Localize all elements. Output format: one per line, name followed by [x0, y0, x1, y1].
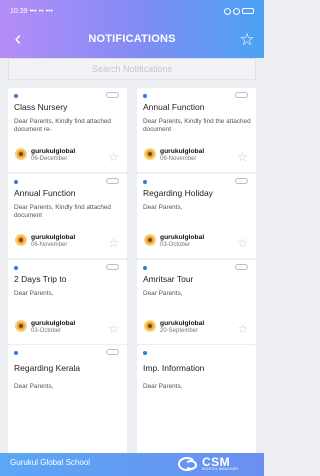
unread-dot-icon	[143, 94, 147, 98]
notification-card[interactable]: Annual Function Dear Parents, Kindly fin…	[8, 174, 127, 258]
app-header: 10:39 ••• •• ••• ‹ NOTIFICATIONS ☆	[0, 0, 264, 58]
notification-body: Dear Parents,	[143, 204, 183, 211]
unread-dot-icon	[14, 266, 18, 270]
notification-card[interactable]: Regarding Holiday Dear Parents, gurukulg…	[137, 174, 256, 258]
status-icons	[224, 7, 254, 15]
notification-card[interactable]: Class Nursery Dear Parents, Kindly find …	[8, 88, 127, 172]
location-icon	[224, 7, 231, 15]
notification-author: gurukulglobal	[31, 148, 76, 155]
notification-date: 06-November	[31, 242, 68, 248]
star-outline-icon[interactable]: ☆	[108, 237, 119, 249]
unread-dot-icon	[143, 266, 147, 270]
notification-card[interactable]: Regarding Kerala Dear Parents,	[8, 345, 127, 453]
star-outline-icon[interactable]: ☆	[237, 237, 248, 249]
notification-author: gurukulglobal	[160, 234, 205, 241]
notifications-grid: Class Nursery Dear Parents, Kindly find …	[8, 88, 256, 344]
school-logo-icon	[144, 320, 156, 332]
battery-icon	[242, 8, 254, 14]
unread-dot-icon	[143, 351, 147, 355]
notification-title: Amritsar Tour	[143, 274, 194, 284]
notification-author: gurukulglobal	[160, 320, 205, 327]
notification-title: Annual Function	[143, 102, 205, 112]
brand-subtitle: SCHOOL MANAGER	[202, 467, 239, 471]
notification-card[interactable]: 2 Days Trip to Dear Parents, gurukulglob…	[8, 260, 127, 344]
notifications-grid-partial: Regarding Kerala Dear Parents, Imp. Info…	[8, 345, 256, 453]
status-bar: 10:39 ••• •• •••	[0, 0, 264, 22]
notification-title: 2 Days Trip to	[14, 274, 67, 284]
school-logo-icon	[15, 234, 27, 246]
notification-title: Class Nursery	[14, 102, 68, 112]
notification-title: Regarding Holiday	[143, 188, 213, 198]
star-outline-icon[interactable]: ☆	[237, 151, 248, 163]
title-bar: ‹ NOTIFICATIONS ☆	[0, 26, 264, 54]
notification-body: Dear Parents, Kindly find attached docum…	[14, 204, 111, 220]
unread-dot-icon	[14, 351, 18, 355]
toggle-icon[interactable]	[106, 264, 119, 270]
toggle-icon[interactable]	[235, 92, 248, 98]
notification-author: gurukulglobal	[160, 148, 205, 155]
unread-dot-icon	[14, 94, 18, 98]
school-logo-icon	[15, 320, 27, 332]
star-outline-icon[interactable]: ☆	[108, 323, 119, 335]
notification-body: Dear Parents,	[14, 383, 54, 390]
toggle-icon[interactable]	[106, 92, 119, 98]
csm-logo: CSM SCHOOL MANAGER	[178, 455, 256, 474]
csm-logo-icon-inner	[185, 460, 197, 470]
status-time: 10:39 ••• •• •••	[10, 7, 53, 15]
notification-date: 03-October	[160, 242, 191, 248]
unread-dot-icon	[14, 180, 18, 184]
notification-body: Dear Parents,	[143, 290, 183, 297]
notification-card[interactable]: Annual Function Dear Parents, Kindly fin…	[137, 88, 256, 172]
unread-dot-icon	[143, 180, 147, 184]
notification-body: Dear Parents,	[14, 290, 54, 297]
notification-date: 06-November	[160, 156, 197, 162]
star-outline-icon[interactable]: ☆	[108, 151, 119, 163]
search-input[interactable]: Search Notifications	[8, 58, 256, 80]
school-logo-icon	[15, 148, 27, 160]
school-name: Gurukul Global School	[10, 458, 91, 467]
bluetooth-icon	[233, 7, 240, 15]
toggle-icon[interactable]	[235, 178, 248, 184]
notification-author: gurukulglobal	[31, 234, 76, 241]
notification-author: gurukulglobal	[31, 320, 76, 327]
notification-card[interactable]: Imp. Information Dear Parents,	[137, 345, 256, 453]
toggle-icon[interactable]	[106, 178, 119, 184]
page-title: NOTIFICATIONS	[88, 33, 176, 45]
notification-card[interactable]: Amritsar Tour Dear Parents, gurukulgloba…	[137, 260, 256, 344]
school-logo-icon	[144, 148, 156, 160]
notification-body: Dear Parents, Kindly find the attached d…	[143, 118, 251, 134]
notification-title: Annual Function	[14, 188, 76, 198]
app-footer: Gurukul Global School CSM SCHOOL MANAGER	[0, 453, 264, 476]
toggle-icon[interactable]	[235, 264, 248, 270]
notification-body: Dear Parents,	[143, 383, 183, 390]
school-logo-icon	[144, 234, 156, 246]
notification-title: Regarding Kerala	[14, 363, 81, 373]
toggle-icon[interactable]	[106, 349, 119, 355]
notification-date: 06-December	[31, 156, 68, 162]
notification-body: Dear Parents, Kindly find attached docum…	[14, 118, 111, 134]
notification-title: Imp. Information	[143, 363, 205, 373]
notification-date: 20-September	[160, 328, 199, 334]
star-outline-icon[interactable]: ☆	[236, 29, 258, 51]
star-outline-icon[interactable]: ☆	[237, 323, 248, 335]
notification-date: 03-October	[31, 328, 62, 334]
